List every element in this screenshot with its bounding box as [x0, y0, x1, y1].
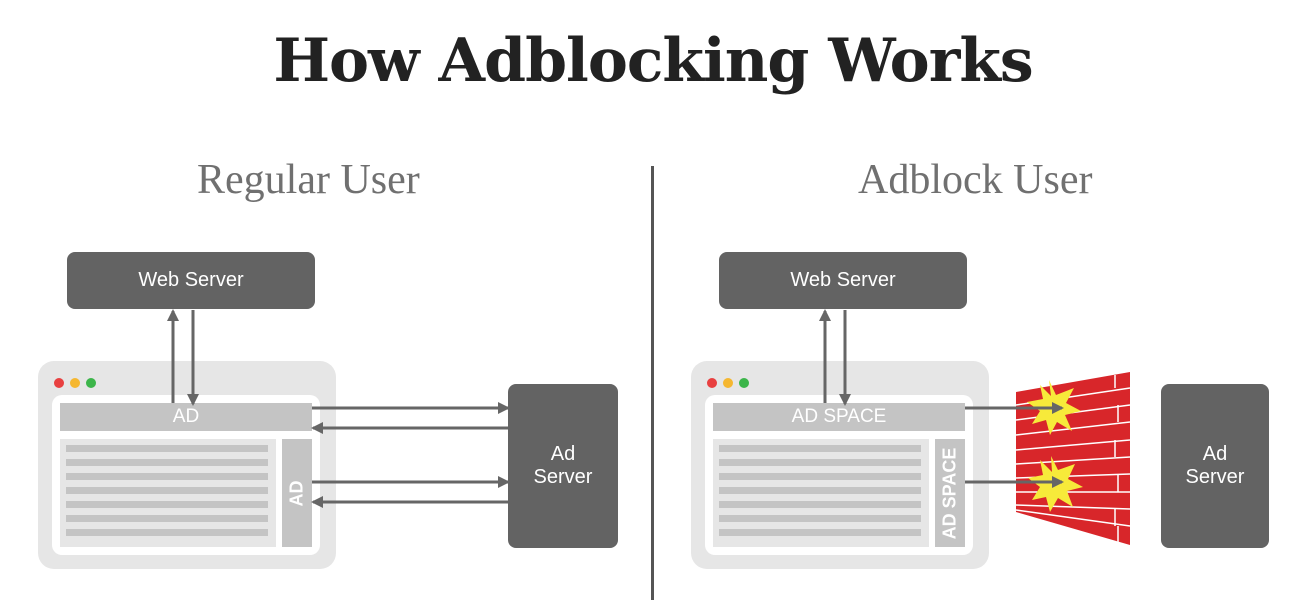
arrows-layer	[167, 309, 1131, 545]
firewall-wall-icon	[1015, 372, 1131, 545]
